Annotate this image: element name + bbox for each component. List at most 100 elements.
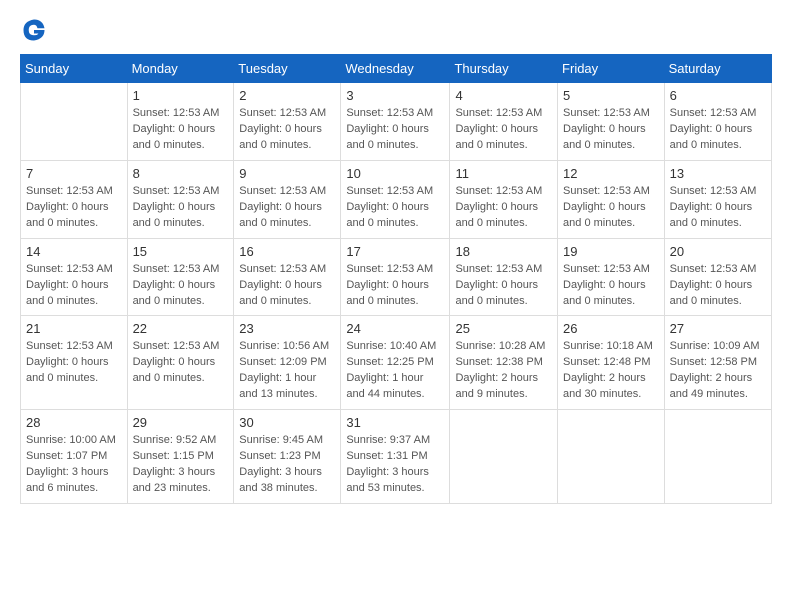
day-number: 22 <box>133 321 229 336</box>
calendar-cell: 25 Sunrise: 10:28 AM Sunset: 12:38 PM Day… <box>450 316 558 410</box>
day-number: 20 <box>670 244 766 259</box>
day-info: Sunset: 12:53 AM Daylight: 0 hours and 0… <box>26 339 122 387</box>
calendar-cell <box>558 410 665 504</box>
day-info: Sunset: 12:53 AM Daylight: 0 hours and 0… <box>239 262 335 310</box>
day-number: 26 <box>563 321 659 336</box>
calendar-header-saturday: Saturday <box>664 55 771 83</box>
day-number: 27 <box>670 321 766 336</box>
day-info: Sunset: 12:53 AM Daylight: 0 hours and 0… <box>133 339 229 387</box>
calendar-cell: 4 Sunset: 12:53 AM Daylight: 0 hours and … <box>450 83 558 161</box>
calendar-cell: 15 Sunset: 12:53 AM Daylight: 0 hours and… <box>127 238 234 316</box>
calendar-cell: 30 Sunrise: 9:45 AM Sunset: 1:23 PM Dayli… <box>234 410 341 504</box>
calendar-cell <box>450 410 558 504</box>
day-info: Sunset: 12:53 AM Daylight: 0 hours and 0… <box>346 262 444 310</box>
day-number: 12 <box>563 166 659 181</box>
day-number: 9 <box>239 166 335 181</box>
calendar-cell: 23 Sunrise: 10:56 AM Sunset: 12:09 PM Day… <box>234 316 341 410</box>
day-info: Sunset: 12:53 AM Daylight: 0 hours and 0… <box>346 106 444 154</box>
day-number: 29 <box>133 415 229 430</box>
calendar-cell: 22 Sunset: 12:53 AM Daylight: 0 hours and… <box>127 316 234 410</box>
day-number: 17 <box>346 244 444 259</box>
calendar-cell: 2 Sunset: 12:53 AM Daylight: 0 hours and … <box>234 83 341 161</box>
page-header <box>20 16 772 44</box>
day-number: 30 <box>239 415 335 430</box>
day-info: Sunrise: 10:09 AM Sunset: 12:58 PM Dayli… <box>670 339 766 403</box>
day-number: 16 <box>239 244 335 259</box>
day-number: 7 <box>26 166 122 181</box>
calendar-cell: 13 Sunset: 12:53 AM Daylight: 0 hours and… <box>664 160 771 238</box>
day-info: Sunset: 12:53 AM Daylight: 0 hours and 0… <box>455 106 552 154</box>
calendar-cell: 3 Sunset: 12:53 AM Daylight: 0 hours and … <box>341 83 450 161</box>
day-number: 28 <box>26 415 122 430</box>
day-number: 14 <box>26 244 122 259</box>
calendar-cell <box>21 83 128 161</box>
calendar-header-tuesday: Tuesday <box>234 55 341 83</box>
day-number: 8 <box>133 166 229 181</box>
day-number: 5 <box>563 88 659 103</box>
day-number: 6 <box>670 88 766 103</box>
day-info: Sunset: 12:53 AM Daylight: 0 hours and 0… <box>455 262 552 310</box>
calendar-cell: 12 Sunset: 12:53 AM Daylight: 0 hours and… <box>558 160 665 238</box>
day-info: Sunset: 12:53 AM Daylight: 0 hours and 0… <box>563 262 659 310</box>
calendar-header-monday: Monday <box>127 55 234 83</box>
day-info: Sunrise: 9:37 AM Sunset: 1:31 PM Dayligh… <box>346 433 444 497</box>
calendar-header-sunday: Sunday <box>21 55 128 83</box>
day-info: Sunset: 12:53 AM Daylight: 0 hours and 0… <box>26 184 122 232</box>
calendar-cell: 10 Sunset: 12:53 AM Daylight: 0 hours and… <box>341 160 450 238</box>
day-info: Sunset: 12:53 AM Daylight: 0 hours and 0… <box>670 106 766 154</box>
calendar-header-row: SundayMondayTuesdayWednesdayThursdayFrid… <box>21 55 772 83</box>
calendar-cell: 9 Sunset: 12:53 AM Daylight: 0 hours and … <box>234 160 341 238</box>
calendar-table: SundayMondayTuesdayWednesdayThursdayFrid… <box>20 54 772 504</box>
day-number: 10 <box>346 166 444 181</box>
day-info: Sunset: 12:53 AM Daylight: 0 hours and 0… <box>26 262 122 310</box>
calendar-week-row: 1 Sunset: 12:53 AM Daylight: 0 hours and … <box>21 83 772 161</box>
day-info: Sunset: 12:53 AM Daylight: 0 hours and 0… <box>670 262 766 310</box>
day-info: Sunset: 12:53 AM Daylight: 0 hours and 0… <box>239 184 335 232</box>
calendar-cell: 17 Sunset: 12:53 AM Daylight: 0 hours and… <box>341 238 450 316</box>
logo <box>20 16 52 44</box>
day-number: 4 <box>455 88 552 103</box>
calendar-cell: 19 Sunset: 12:53 AM Daylight: 0 hours and… <box>558 238 665 316</box>
day-number: 25 <box>455 321 552 336</box>
day-number: 3 <box>346 88 444 103</box>
calendar-cell: 16 Sunset: 12:53 AM Daylight: 0 hours and… <box>234 238 341 316</box>
day-number: 2 <box>239 88 335 103</box>
day-info: Sunset: 12:53 AM Daylight: 0 hours and 0… <box>133 262 229 310</box>
day-info: Sunset: 12:53 AM Daylight: 0 hours and 0… <box>670 184 766 232</box>
day-info: Sunset: 12:53 AM Daylight: 0 hours and 0… <box>563 184 659 232</box>
calendar-cell: 7 Sunset: 12:53 AM Daylight: 0 hours and … <box>21 160 128 238</box>
calendar-week-row: 28 Sunrise: 10:00 AM Sunset: 1:07 PM Dayl… <box>21 410 772 504</box>
calendar-cell <box>664 410 771 504</box>
day-info: Sunset: 12:53 AM Daylight: 0 hours and 0… <box>563 106 659 154</box>
calendar-cell: 24Sunrise: 10:40 AM Sunset: 12:25 PM Day… <box>341 316 450 410</box>
day-info: Sunset: 12:53 AM Daylight: 0 hours and 0… <box>455 184 552 232</box>
day-info: Sunrise: 10:56 AM Sunset: 12:09 PM Dayli… <box>239 339 335 403</box>
day-info: Sunrise: 9:52 AM Sunset: 1:15 PM Dayligh… <box>133 433 229 497</box>
day-number: 15 <box>133 244 229 259</box>
calendar-cell: 27 Sunrise: 10:09 AM Sunset: 12:58 PM Day… <box>664 316 771 410</box>
day-number: 31 <box>346 415 444 430</box>
calendar-cell: 20 Sunset: 12:53 AM Daylight: 0 hours and… <box>664 238 771 316</box>
day-info: Sunset: 12:53 AM Daylight: 0 hours and 0… <box>239 106 335 154</box>
calendar-cell: 31 Sunrise: 9:37 AM Sunset: 1:31 PM Dayli… <box>341 410 450 504</box>
day-info: Sunrise: 9:45 AM Sunset: 1:23 PM Dayligh… <box>239 433 335 497</box>
day-number: 23 <box>239 321 335 336</box>
day-info: Sunrise: 10:00 AM Sunset: 1:07 PM Daylig… <box>26 433 122 497</box>
day-info: Sunrise: 10:28 AM Sunset: 12:38 PM Dayli… <box>455 339 552 403</box>
calendar-week-row: 14 Sunset: 12:53 AM Daylight: 0 hours and… <box>21 238 772 316</box>
calendar-cell: 6 Sunset: 12:53 AM Daylight: 0 hours and … <box>664 83 771 161</box>
calendar-week-row: 21Sunset: 12:53 AM Daylight: 0 hours and… <box>21 316 772 410</box>
calendar-cell: 11Sunset: 12:53 AM Daylight: 0 hours and… <box>450 160 558 238</box>
day-info: Sunset: 12:53 AM Daylight: 0 hours and 0… <box>346 184 444 232</box>
calendar-cell: 26Sunrise: 10:18 AM Sunset: 12:48 PM Day… <box>558 316 665 410</box>
calendar-week-row: 7 Sunset: 12:53 AM Daylight: 0 hours and … <box>21 160 772 238</box>
calendar-cell: 21Sunset: 12:53 AM Daylight: 0 hours and… <box>21 316 128 410</box>
day-number: 13 <box>670 166 766 181</box>
day-number: 19 <box>563 244 659 259</box>
calendar-cell: 8Sunset: 12:53 AM Daylight: 0 hours and … <box>127 160 234 238</box>
day-number: 1 <box>133 88 229 103</box>
calendar-header-wednesday: Wednesday <box>341 55 450 83</box>
calendar-cell: 18Sunset: 12:53 AM Daylight: 0 hours and… <box>450 238 558 316</box>
calendar-cell: 28 Sunrise: 10:00 AM Sunset: 1:07 PM Dayl… <box>21 410 128 504</box>
day-info: Sunset: 12:53 AM Daylight: 0 hours and 0… <box>133 106 229 154</box>
